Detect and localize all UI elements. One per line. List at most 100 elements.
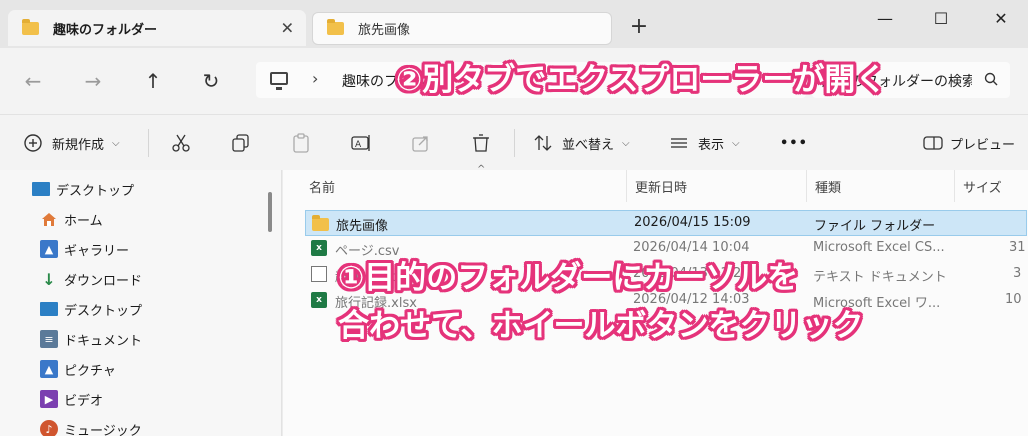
music-icon: ♪: [40, 420, 58, 436]
view-button-label: 表示: [698, 137, 725, 153]
sidebar-item-label: ホーム: [64, 213, 103, 229]
file-size: 3: [1013, 266, 1022, 281]
folder-icon: [22, 18, 39, 35]
gallery-icon: ▲: [40, 240, 58, 258]
share-button[interactable]: [410, 131, 432, 155]
divider: [514, 129, 515, 157]
sidebar-item-documents[interactable]: ≡ ドキュメント: [40, 326, 142, 352]
search-icon[interactable]: [984, 72, 998, 86]
command-bar: 新規作成 ⌵ A 並べ替え ⌵ 表示 ⌵ ••• プレビュー: [0, 114, 1028, 170]
tab-hobby-folder[interactable]: 趣味のフォルダー ✕: [8, 10, 306, 46]
new-tab-button[interactable]: +: [626, 14, 652, 40]
chevron-down-icon: ⌵: [622, 137, 630, 149]
sidebar-item-desktop[interactable]: デスクトップ: [32, 176, 134, 202]
tab-travel-images[interactable]: 旅先画像: [312, 12, 612, 45]
sidebar-item-gallery[interactable]: ▲ ギャラリー: [40, 236, 129, 262]
sidebar-item-label: ビデオ: [64, 393, 104, 409]
file-type: ファイル フォルダー: [814, 219, 936, 234]
forward-button[interactable]: →: [78, 66, 108, 96]
sidebar-item-home[interactable]: ホーム: [40, 206, 103, 232]
share-icon: [412, 136, 428, 152]
column-header-label: 種類: [815, 180, 842, 196]
divider: [148, 129, 149, 157]
view-button[interactable]: 表示 ⌵: [668, 131, 740, 155]
sidebar-item-downloads[interactable]: ↓ ダウンロード: [40, 266, 142, 292]
sidebar-scrollbar[interactable]: [268, 192, 272, 232]
sidebar-item-label: ミュージック: [64, 423, 142, 436]
clipboard-icon: [293, 133, 309, 153]
sort-button-label: 並べ替え: [562, 137, 615, 153]
title-bar: 趣味のフォルダー ✕ 旅先画像 + — ☐ ✕: [0, 0, 1028, 48]
annotation-step-1-line2: 合わせて、ホイールボタンをクリック: [338, 308, 864, 344]
trash-icon: [473, 134, 489, 152]
paste-button[interactable]: [290, 131, 312, 155]
preview-pane-icon: [923, 136, 943, 150]
back-button[interactable]: ←: [18, 66, 48, 96]
home-icon: [42, 213, 56, 226]
sidebar-item-pictures[interactable]: ▲ ピクチャ: [40, 356, 116, 382]
copy-icon: [232, 134, 249, 152]
rename-icon: A: [351, 135, 370, 151]
column-header-label: 更新日時: [635, 180, 688, 196]
delete-button[interactable]: [470, 131, 492, 155]
excel-csv-icon: x: [311, 240, 327, 256]
tab-label: 趣味のフォルダー: [53, 22, 158, 38]
pictures-icon: ▲: [40, 360, 58, 378]
minimize-button[interactable]: —: [870, 6, 900, 32]
new-button-label: 新規作成: [52, 137, 105, 153]
cut-button[interactable]: [170, 131, 192, 155]
tab-close-icon[interactable]: ✕: [281, 19, 294, 38]
up-button[interactable]: ↑: [138, 66, 168, 96]
file-name: 旅先画像: [336, 219, 389, 234]
view-list-icon: [671, 138, 687, 148]
new-button[interactable]: 新規作成 ⌵: [22, 131, 120, 155]
column-header-modified[interactable]: 更新日時: [627, 170, 807, 202]
sidebar-item-label: ドキュメント: [64, 333, 143, 349]
preview-button-label: プレビュー: [950, 137, 1016, 153]
annotation-step-2: ②別タブでエクスプローラーが開く: [396, 62, 887, 98]
sidebar-item-label: ギャラリー: [64, 243, 130, 259]
more-options-button[interactable]: •••: [780, 131, 808, 155]
file-row[interactable]: 旅先画像 2026/04/15 15:09 ファイル フォルダー: [305, 210, 1027, 236]
file-size: 10: [1005, 292, 1022, 307]
breadcrumb-chevron-icon[interactable]: ›: [312, 69, 318, 88]
sort-icon: [534, 135, 552, 151]
sidebar-item-label: デスクトップ: [56, 183, 135, 199]
column-header-type[interactable]: 種類: [807, 170, 955, 202]
folder-icon: [327, 19, 344, 35]
sidebar-item-desktop-2[interactable]: デスクトップ: [40, 296, 142, 322]
file-type: Microsoft Excel CS...: [813, 240, 945, 255]
sort-button[interactable]: 並べ替え ⌵: [532, 131, 630, 155]
scissors-icon: [172, 134, 190, 152]
excel-icon: x: [311, 292, 327, 308]
text-file-icon: [311, 266, 327, 282]
column-header-label: 名前: [309, 180, 336, 196]
desktop-icon: [32, 182, 50, 196]
file-modified: 2026/04/15 15:09: [634, 215, 751, 230]
preview-button[interactable]: プレビュー: [922, 131, 1015, 155]
navigation-pane: デスクトップ ホーム ▲ ギャラリー ↓ ダウンロード デスクトップ ≡ ドキュ…: [0, 170, 282, 436]
video-icon: ▶: [40, 390, 58, 408]
refresh-button[interactable]: ↻: [196, 66, 226, 96]
copy-button[interactable]: [230, 131, 252, 155]
download-icon: ↓: [42, 269, 56, 289]
sidebar-item-videos[interactable]: ▶ ビデオ: [40, 386, 103, 412]
plus-circle-icon: [24, 134, 42, 152]
sidebar-item-label: デスクトップ: [64, 303, 143, 319]
file-size: 31: [1009, 240, 1026, 255]
sidebar-item-music[interactable]: ♪ ミュージック: [40, 416, 142, 436]
sidebar-item-label: ピクチャ: [64, 363, 116, 379]
column-header-name[interactable]: ^ 名前: [301, 164, 627, 202]
close-window-button[interactable]: ✕: [986, 6, 1016, 32]
folder-icon: [312, 215, 329, 231]
annotation-step-1-line1: ①目的のフォルダーにカーソルを: [338, 260, 799, 296]
file-type: テキスト ドキュメント: [813, 270, 947, 285]
maximize-button[interactable]: ☐: [926, 6, 956, 32]
rename-button[interactable]: A: [350, 131, 372, 155]
desktop-icon: [40, 302, 58, 316]
sort-ascending-icon: ^: [477, 164, 486, 175]
this-pc-icon: [270, 72, 288, 90]
column-header-size[interactable]: サイズ: [955, 170, 1028, 202]
document-icon: ≡: [40, 330, 58, 348]
tab-label: 旅先画像: [358, 23, 411, 38]
